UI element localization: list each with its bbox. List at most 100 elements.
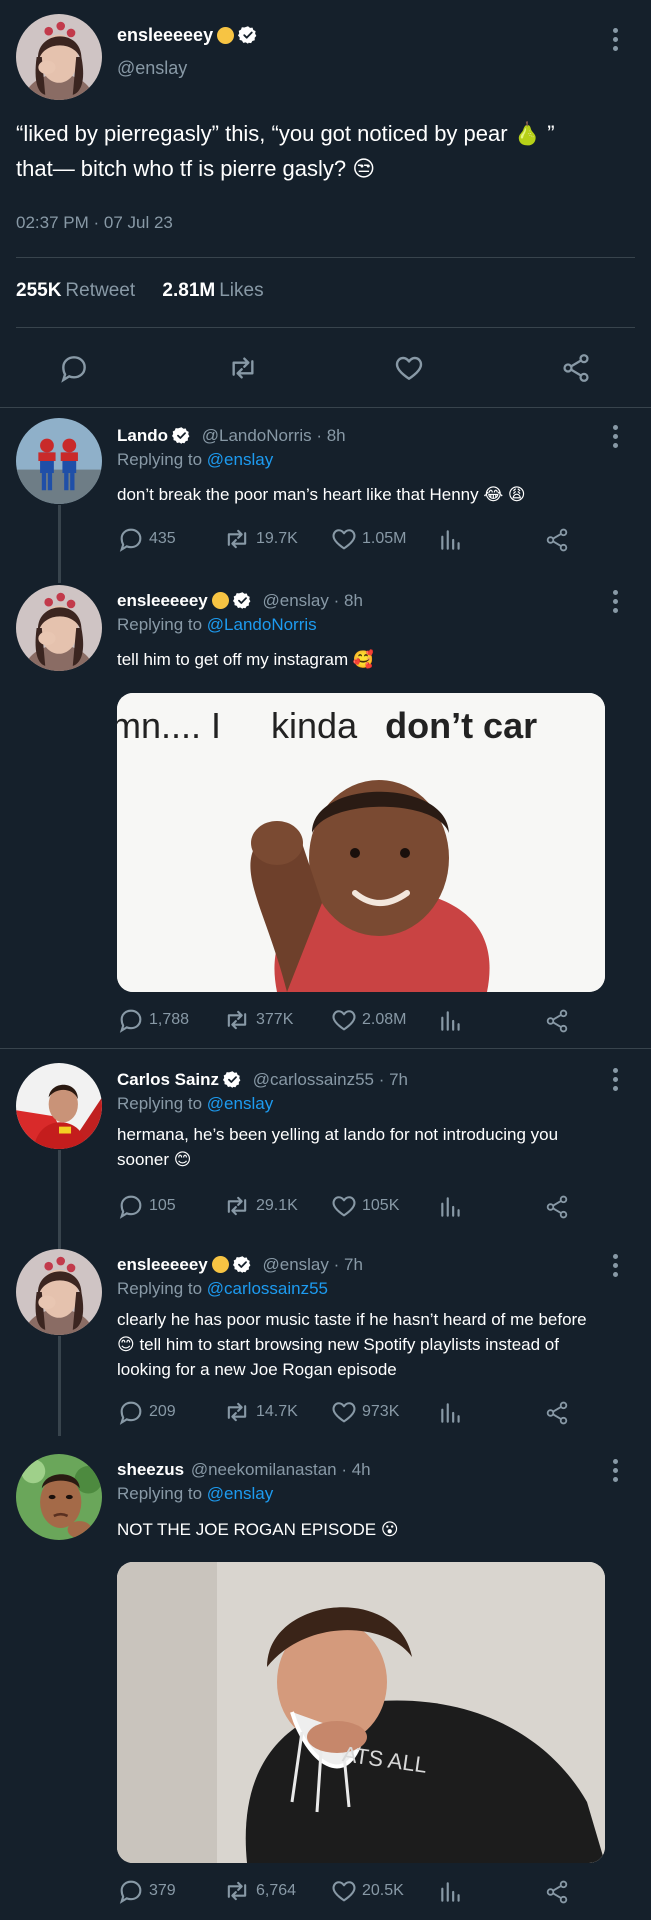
like-count: 20.5K xyxy=(362,1882,404,1899)
replying-label: Replying to xyxy=(117,1094,203,1113)
mention-link[interactable]: @enslay xyxy=(207,1484,273,1503)
more-options-icon[interactable] xyxy=(611,590,619,616)
like-button[interactable]: 105K xyxy=(330,1192,399,1220)
display-name[interactable]: ensleeeeey xyxy=(117,25,213,45)
reply-text: don’t break the poor man’s heart like th… xyxy=(117,485,526,504)
retweet-button[interactable]: 19.7K xyxy=(222,525,298,553)
tweet-text-line: “liked by pierregasly” this, “you got no… xyxy=(16,121,555,146)
analytics-button[interactable] xyxy=(438,1879,464,1905)
reaction-image[interactable]: ATS ALL xyxy=(117,1562,605,1863)
share-button[interactable] xyxy=(544,527,570,553)
share-button[interactable] xyxy=(544,1879,570,1905)
more-options-icon[interactable] xyxy=(611,1068,619,1094)
reply-button[interactable]: 379 xyxy=(117,1877,176,1905)
reply-count: 435 xyxy=(149,530,176,547)
avatar[interactable] xyxy=(16,1063,102,1149)
meme-image[interactable]: mn.... I kinda don’t car xyxy=(117,693,605,992)
reply-count: 379 xyxy=(149,1882,176,1899)
verified-badge-icon xyxy=(172,426,191,445)
handle-and-time[interactable]: @LandoNorris · 8h xyxy=(202,426,346,445)
display-name[interactable]: ensleeeeey xyxy=(117,1255,208,1274)
reply-button[interactable]: 209 xyxy=(117,1398,176,1426)
display-name[interactable]: sheezus xyxy=(117,1460,184,1479)
more-options-icon[interactable] xyxy=(611,425,619,451)
like-button[interactable]: 973K xyxy=(330,1398,399,1426)
display-name[interactable]: Carlos Sainz xyxy=(117,1070,219,1089)
replying-label: Replying to xyxy=(117,615,203,634)
display-name[interactable]: Lando xyxy=(117,426,168,445)
retweet-button[interactable]: 377K xyxy=(222,1006,293,1034)
reply-button[interactable]: 105 xyxy=(117,1192,176,1220)
avatar[interactable] xyxy=(16,418,102,504)
retweet-button[interactable]: 29.1K xyxy=(222,1192,298,1220)
display-name[interactable]: ensleeeeey xyxy=(117,591,208,610)
reaction-illustration xyxy=(117,1562,605,1863)
retweet-button[interactable] xyxy=(226,352,260,384)
retweet-count: 377K xyxy=(256,1011,294,1028)
retweet-count[interactable]: 255K xyxy=(16,280,61,301)
retweet-button[interactable]: 14.7K xyxy=(222,1398,298,1426)
bar-chart-icon xyxy=(438,1194,464,1220)
mention-link[interactable]: @LandoNorris xyxy=(207,615,317,634)
retweet-button[interactable]: 6,764 xyxy=(222,1877,296,1905)
analytics-button[interactable] xyxy=(438,1194,464,1220)
retweet-count: 29.1K xyxy=(256,1197,298,1214)
more-options-icon[interactable] xyxy=(611,28,619,54)
like-button[interactable]: 20.5K xyxy=(330,1877,404,1905)
replying-to: Replying to @enslay xyxy=(117,450,273,470)
retweet-count: 6,764 xyxy=(256,1882,297,1899)
avatar[interactable] xyxy=(16,585,102,671)
more-options-icon[interactable] xyxy=(611,1254,619,1280)
reply-text: clearly he has poor music taste if he ha… xyxy=(117,1307,647,1382)
bar-chart-icon xyxy=(438,1008,464,1034)
share-button[interactable] xyxy=(544,1400,570,1426)
share-button[interactable] xyxy=(544,1008,570,1034)
timestamp[interactable]: 02:37 PM · 07 Jul 23 xyxy=(16,213,173,233)
avatar[interactable] xyxy=(16,1249,102,1335)
heart-icon xyxy=(330,525,358,553)
mention-link[interactable]: @enslay xyxy=(207,1094,273,1113)
handle-and-time[interactable]: @enslay · 7h xyxy=(262,1255,362,1274)
analytics-button[interactable] xyxy=(438,1008,464,1034)
reply-icon xyxy=(117,1398,145,1426)
retweet-icon xyxy=(222,1006,252,1034)
like-count[interactable]: 2.81M xyxy=(162,280,215,301)
divider xyxy=(16,327,635,328)
bar-chart-icon xyxy=(438,1400,464,1426)
handle-and-time[interactable]: @carlossainz55 · 7h xyxy=(253,1070,408,1089)
avatar[interactable] xyxy=(16,14,102,100)
replying-label: Replying to xyxy=(117,1279,203,1298)
verified-badge-icon xyxy=(233,1255,252,1274)
share-button[interactable] xyxy=(560,352,592,384)
tweet-text: “liked by pierregasly” this, “you got no… xyxy=(16,116,636,186)
likes-label[interactable]: Likes xyxy=(219,280,263,301)
mention-link[interactable]: @enslay xyxy=(207,450,273,469)
share-button[interactable] xyxy=(544,1194,570,1220)
mention-link[interactable]: @carlossainz55 xyxy=(207,1279,328,1298)
bar-chart-icon xyxy=(438,527,464,553)
avatar[interactable] xyxy=(16,1454,102,1540)
reply-button[interactable] xyxy=(58,352,90,384)
replying-to: Replying to @enslay xyxy=(117,1094,273,1114)
share-icon xyxy=(544,1400,570,1426)
reply-count: 1,788 xyxy=(149,1011,190,1028)
verified-badge-icon xyxy=(223,1070,242,1089)
handle-and-time[interactable]: @enslay · 8h xyxy=(262,591,362,610)
more-options-icon[interactable] xyxy=(611,1459,619,1485)
handle-and-time[interactable]: @neekomilanastan · 4h xyxy=(191,1460,371,1479)
like-button[interactable] xyxy=(393,352,425,384)
reply-button[interactable]: 435 xyxy=(117,525,176,553)
retweet-label[interactable]: Retweet xyxy=(65,280,135,301)
like-button[interactable]: 1.05M xyxy=(330,525,406,553)
reply-button[interactable]: 1,788 xyxy=(117,1006,189,1034)
heart-icon xyxy=(330,1006,358,1034)
like-button[interactable]: 2.08M xyxy=(330,1006,406,1034)
analytics-button[interactable] xyxy=(438,527,464,553)
divider xyxy=(0,1048,651,1049)
reply-text-line: hermana, he’s been yelling at lando for … xyxy=(117,1125,559,1144)
analytics-button[interactable] xyxy=(438,1400,464,1426)
meme-caption-part: kinda xyxy=(271,705,358,746)
thread-line xyxy=(58,505,61,583)
handle[interactable]: @enslay xyxy=(117,58,187,79)
bar-chart-icon xyxy=(438,1879,464,1905)
